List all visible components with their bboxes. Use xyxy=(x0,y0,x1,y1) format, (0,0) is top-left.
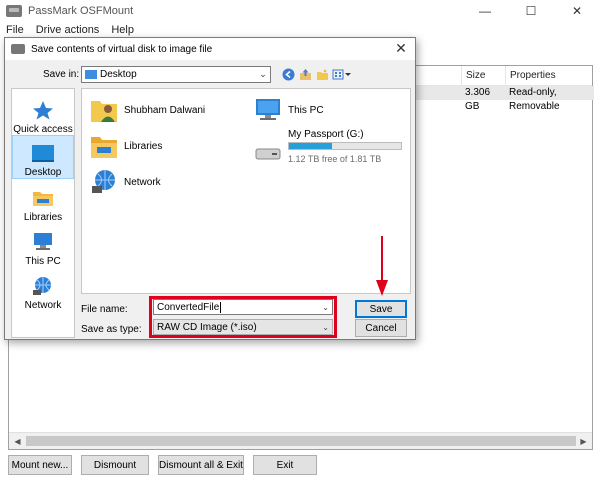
list-item-network[interactable]: Network xyxy=(90,169,161,195)
maximize-button[interactable]: ☐ xyxy=(508,0,554,22)
libraries-icon xyxy=(91,137,117,158)
drive-free-text: 1.12 TB free of 1.81 TB xyxy=(288,154,382,164)
scroll-right-icon[interactable]: ▶ xyxy=(575,433,592,450)
place-label: Libraries xyxy=(23,212,63,223)
list-item-user-folder[interactable]: Shubham Dalwani xyxy=(90,97,205,123)
column-header-size[interactable]: Size xyxy=(461,66,505,86)
scrollbar-thumb[interactable] xyxy=(26,436,576,446)
place-desktop[interactable]: Desktop xyxy=(12,135,74,179)
exit-button[interactable]: Exit xyxy=(253,455,317,475)
scroll-left-icon[interactable]: ◀ xyxy=(9,433,26,450)
star-icon xyxy=(33,101,53,120)
row-properties: Read-only, Removable xyxy=(505,86,594,112)
user-folder-icon xyxy=(91,101,117,122)
drive-icon xyxy=(255,148,281,160)
osfmount-app-icon xyxy=(6,5,22,17)
item-label: Network xyxy=(124,176,161,188)
mount-new-button[interactable]: Mount new... xyxy=(8,455,72,475)
save-in-value: Desktop xyxy=(100,69,137,80)
file-name-label: File name: xyxy=(81,304,128,315)
column-header-properties[interactable]: Properties xyxy=(505,66,594,86)
place-label: Desktop xyxy=(24,167,62,178)
this-pc-icon xyxy=(34,233,52,250)
dialog-close-button[interactable]: ✕ xyxy=(393,40,409,56)
list-item-libraries[interactable]: Libraries xyxy=(90,133,162,159)
menu-drive-actions[interactable]: Drive actions xyxy=(30,24,106,36)
place-this-pc[interactable]: This PC xyxy=(12,223,74,267)
menu-help[interactable]: Help xyxy=(105,24,140,36)
dismount-button[interactable]: Dismount xyxy=(81,455,149,475)
horizontal-scrollbar[interactable]: ◀ ▶ xyxy=(9,432,592,449)
list-item-my-passport-drive[interactable]: My Passport (G:) 1.12 TB free of 1.81 TB xyxy=(254,129,418,169)
network-icon xyxy=(92,170,115,193)
annotation-highlight-box xyxy=(149,296,337,338)
row-size: 3.306 GB xyxy=(461,86,505,112)
place-label: This PC xyxy=(25,256,61,267)
back-icon[interactable] xyxy=(281,67,295,81)
this-pc-icon xyxy=(256,99,280,120)
window-controls: — ☐ ✕ xyxy=(462,0,600,22)
drive-usage-bar xyxy=(288,142,402,150)
dialog-app-icon xyxy=(11,44,25,54)
save-image-dialog: Save contents of virtual disk to image f… xyxy=(4,37,416,340)
libraries-icon xyxy=(33,192,53,206)
menu-bar: File Drive actions Help xyxy=(0,22,600,38)
bottom-button-bar: Mount new... Dismount Dismount all & Exi… xyxy=(8,455,317,475)
save-in-label: Save in: xyxy=(43,69,80,80)
desktop-icon xyxy=(32,145,54,162)
file-list-view[interactable]: Shubham Dalwani This PC Libraries My Pas… xyxy=(81,88,411,294)
item-label: Shubham Dalwani xyxy=(124,104,206,116)
save-in-row: Save in: Desktop ⌄ xyxy=(5,65,415,85)
close-button[interactable]: ✕ xyxy=(554,0,600,22)
list-item-this-pc[interactable]: This PC xyxy=(254,97,324,123)
place-label: Network xyxy=(24,300,62,311)
dismount-all-exit-button[interactable]: Dismount all & Exit xyxy=(158,455,244,475)
window-title: PassMark OSFMount xyxy=(28,5,134,17)
minimize-button[interactable]: — xyxy=(462,0,508,22)
place-libraries[interactable]: Libraries xyxy=(12,179,74,223)
menu-file[interactable]: File xyxy=(0,24,30,36)
place-quick-access[interactable]: Quick access xyxy=(12,91,74,135)
dialog-titlebar: Save contents of virtual disk to image f… xyxy=(5,38,415,60)
main-titlebar: PassMark OSFMount — ☐ ✕ xyxy=(0,0,600,22)
up-folder-icon[interactable] xyxy=(298,67,312,81)
drive-usage-fill xyxy=(289,143,332,149)
save-button[interactable]: Save xyxy=(355,300,407,318)
network-icon xyxy=(33,277,51,295)
places-bar: Quick access Desktop Libraries This PC N… xyxy=(11,88,75,338)
save-as-type-label: Save as type: xyxy=(81,324,142,335)
annotation-arrow-icon xyxy=(376,236,388,296)
cancel-button[interactable]: Cancel xyxy=(355,319,407,337)
chevron-down-icon: ⌄ xyxy=(259,69,267,79)
place-network[interactable]: Network xyxy=(12,267,74,311)
drive-info: My Passport (G:) 1.12 TB free of 1.81 TB xyxy=(288,129,418,169)
item-label: My Passport (G:) xyxy=(288,129,364,140)
dialog-nav-toolbar xyxy=(281,67,352,81)
item-label: This PC xyxy=(288,104,324,116)
desktop-folder-icon xyxy=(85,70,97,79)
view-menu-icon[interactable] xyxy=(332,67,352,81)
place-label: Quick access xyxy=(13,124,73,135)
new-folder-icon[interactable] xyxy=(315,67,329,81)
item-label: Libraries xyxy=(124,140,163,152)
dialog-title: Save contents of virtual disk to image f… xyxy=(31,43,213,55)
save-in-dropdown[interactable]: Desktop ⌄ xyxy=(81,66,271,83)
